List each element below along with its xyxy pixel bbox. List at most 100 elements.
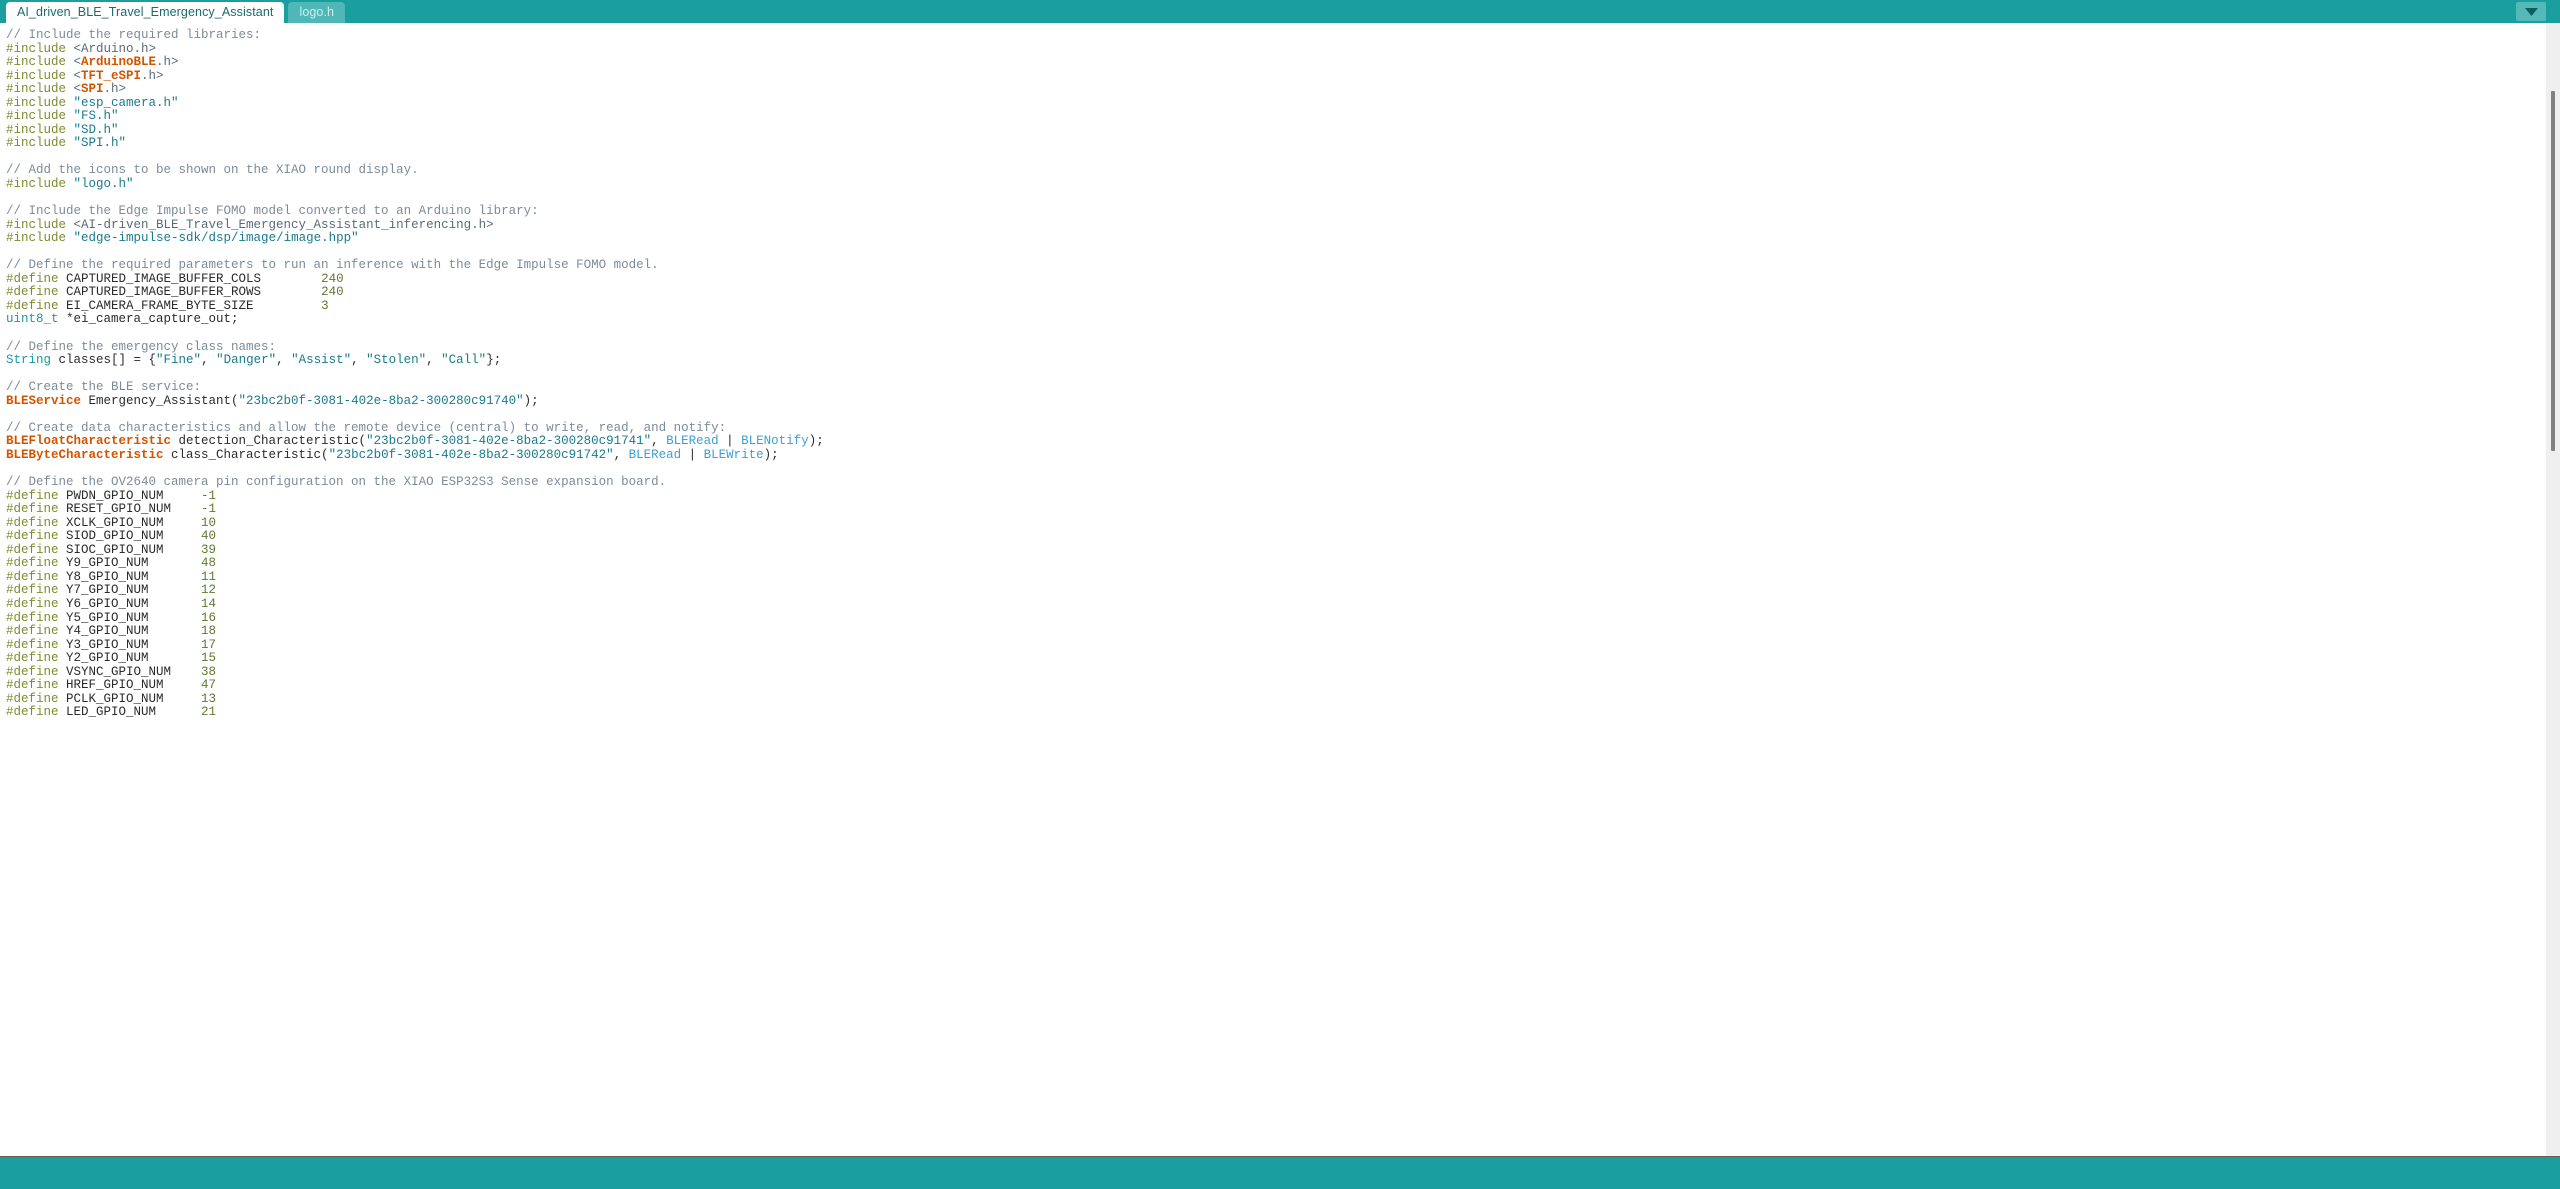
code-line: #define Y7_GPIO_NUM 12: [6, 584, 2546, 598]
code-token-plain: [66, 177, 74, 191]
tab-label: logo.h: [299, 2, 334, 23]
code-line: [6, 327, 2546, 341]
code-token-plain: Y5_GPIO_NUM: [59, 611, 202, 625]
code-token-pre: #include: [6, 123, 66, 137]
code-token-pre: #define: [6, 678, 59, 692]
code-token-plain: |: [719, 434, 742, 448]
code-line: [6, 463, 2546, 477]
code-line: #include "SD.h": [6, 124, 2546, 138]
code-line: [6, 151, 2546, 165]
code-line: #define LED_GPIO_NUM 21: [6, 706, 2546, 720]
code-token-plain: ,: [201, 353, 216, 367]
code-line: #define Y6_GPIO_NUM 14: [6, 598, 2546, 612]
code-token-plain: class_Characteristic(: [164, 448, 329, 462]
code-line: // Include the required libraries:: [6, 29, 2546, 43]
code-token-pre: #define: [6, 285, 59, 299]
code-token-pre: #include: [6, 82, 66, 96]
code-token-num: 40: [201, 529, 216, 543]
tab-sketch-main[interactable]: AI_driven_BLE_Travel_Emergency_Assistant: [6, 2, 284, 23]
code-token-comment: // Create the BLE service:: [6, 380, 201, 394]
code-token-str: "Assist": [291, 353, 351, 367]
code-line: [6, 368, 2546, 382]
code-token-plain: *ei_camera_capture_out;: [59, 312, 239, 326]
code-text[interactable]: // Include the required libraries:#inclu…: [0, 23, 2546, 1156]
code-token-inc: <: [66, 82, 81, 96]
code-token-num: 21: [201, 705, 216, 719]
code-token-plain: [66, 231, 74, 245]
code-token-num: 10: [201, 516, 216, 530]
code-line: #include <Arduino.h>: [6, 43, 2546, 57]
code-token-type: String: [6, 353, 51, 367]
code-line: [6, 192, 2546, 206]
code-line: // Include the Edge Impulse FOMO model c…: [6, 205, 2546, 219]
code-token-pre: #include: [6, 69, 66, 83]
code-token-str: "esp_camera.h": [74, 96, 179, 110]
code-token-comment: // Create data characteristics and allow…: [6, 421, 726, 435]
code-line: // Define the required parameters to run…: [6, 259, 2546, 273]
code-token-num: 15: [201, 651, 216, 665]
code-token-plain: LED_GPIO_NUM: [59, 705, 202, 719]
code-token-plain: PWDN_GPIO_NUM: [59, 489, 202, 503]
code-line: #include "esp_camera.h": [6, 97, 2546, 111]
tab-logo-h[interactable]: logo.h: [288, 2, 345, 23]
code-token-lib: BLEFloatCharacteristic: [6, 434, 171, 448]
tab-list-dropdown-button[interactable]: [2516, 2, 2546, 21]
code-token-pre: #include: [6, 177, 66, 191]
code-token-plain: |: [681, 448, 704, 462]
code-token-str: "23bc2b0f-3081-402e-8ba2-300280c91741": [366, 434, 651, 448]
code-token-str: "23bc2b0f-3081-402e-8ba2-300280c91740": [239, 394, 524, 408]
code-token-str: "Danger": [216, 353, 276, 367]
code-token-inc: <Arduino.h>: [66, 42, 156, 56]
code-token-comment: // Define the emergency class names:: [6, 340, 276, 354]
code-token-plain: ,: [651, 434, 666, 448]
scrollbar-thumb[interactable]: [2551, 91, 2555, 451]
arduino-ide-window: AI_driven_BLE_Travel_Emergency_Assistant…: [0, 0, 2560, 1189]
code-line: #include "edge-impulse-sdk/dsp/image/ima…: [6, 232, 2546, 246]
code-line: // Define the OV2640 camera pin configur…: [6, 476, 2546, 490]
code-token-plain: );: [809, 434, 824, 448]
vertical-scrollbar[interactable]: [2546, 23, 2560, 1156]
code-token-pre: #define: [6, 299, 59, 313]
code-line: #include "SPI.h": [6, 137, 2546, 151]
code-line: // Define the emergency class names:: [6, 341, 2546, 355]
code-token-num: 11: [201, 570, 216, 584]
code-token-plain: );: [524, 394, 539, 408]
code-token-plain: VSYNC_GPIO_NUM: [59, 665, 202, 679]
code-line: #include <TFT_eSPI.h>: [6, 70, 2546, 84]
code-token-plain: Y2_GPIO_NUM: [59, 651, 202, 665]
code-token-lib: ArduinoBLE: [81, 55, 156, 69]
code-token-pre: #define: [6, 651, 59, 665]
code-token-str: "edge-impulse-sdk/dsp/image/image.hpp": [74, 231, 359, 245]
code-line: [6, 246, 2546, 260]
code-token-plain: Y8_GPIO_NUM: [59, 570, 202, 584]
code-token-lib: BLEByteCharacteristic: [6, 448, 164, 462]
code-token-plain: ,: [614, 448, 629, 462]
code-token-pre: #define: [6, 583, 59, 597]
code-token-pre: #include: [6, 96, 66, 110]
code-line: #define SIOC_GPIO_NUM 39: [6, 544, 2546, 558]
code-line: #include <SPI.h>: [6, 83, 2546, 97]
tab-label: AI_driven_BLE_Travel_Emergency_Assistant: [17, 2, 273, 23]
code-line: #define EI_CAMERA_FRAME_BYTE_SIZE 3: [6, 300, 2546, 314]
code-token-plain: SIOD_GPIO_NUM: [59, 529, 202, 543]
code-token-plain: ,: [351, 353, 366, 367]
code-token-plain: detection_Characteristic(: [171, 434, 366, 448]
code-token-plain: [66, 96, 74, 110]
code-token-num: 14: [201, 597, 216, 611]
code-token-pre: #include: [6, 136, 66, 150]
code-line: // Add the icons to be shown on the XIAO…: [6, 164, 2546, 178]
code-token-plain: classes[] = {: [51, 353, 156, 367]
code-token-plain: Y6_GPIO_NUM: [59, 597, 202, 611]
code-line: [6, 408, 2546, 422]
code-token-inc: <AI-driven_BLE_Travel_Emergency_Assistan…: [66, 218, 494, 232]
code-token-num: 17: [201, 638, 216, 652]
code-line: #define PWDN_GPIO_NUM -1: [6, 490, 2546, 504]
code-token-str: "Stolen": [366, 353, 426, 367]
code-token-comment: // Include the Edge Impulse FOMO model c…: [6, 204, 539, 218]
code-token-num: 39: [201, 543, 216, 557]
code-token-plain: };: [486, 353, 501, 367]
code-line: #define VSYNC_GPIO_NUM 38: [6, 666, 2546, 680]
code-line: #include "FS.h": [6, 110, 2546, 124]
code-line: #define RESET_GPIO_NUM -1: [6, 503, 2546, 517]
code-token-pre: #define: [6, 570, 59, 584]
